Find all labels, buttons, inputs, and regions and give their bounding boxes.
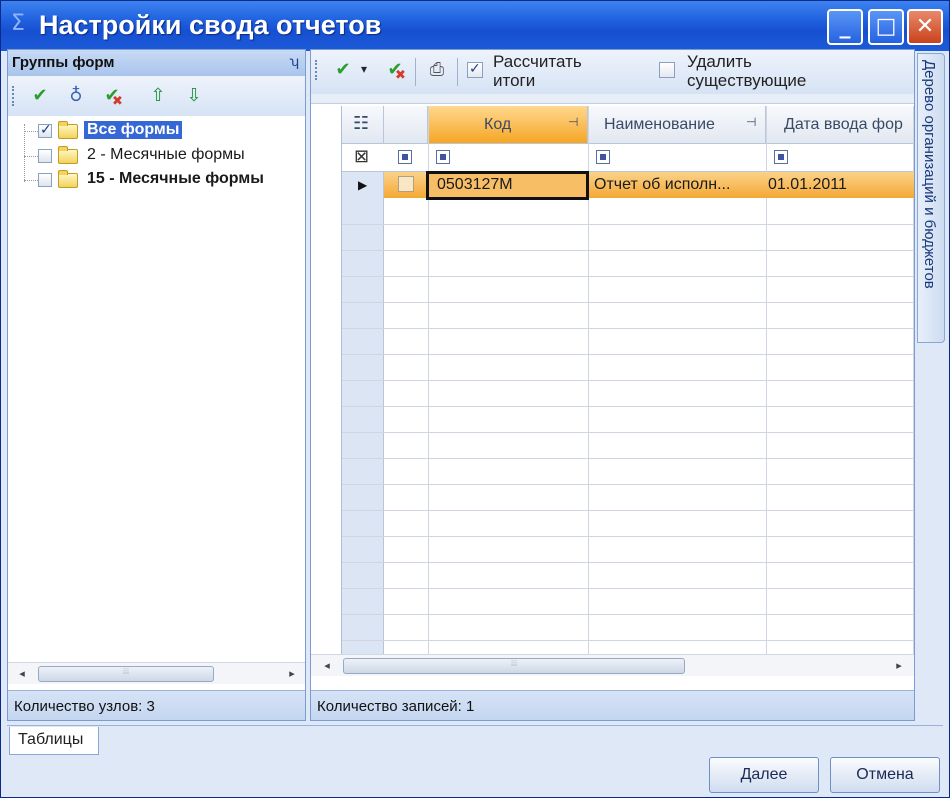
- tree-item-checkbox[interactable]: [38, 173, 52, 187]
- import-icon[interactable]: ⇩: [182, 84, 206, 108]
- delete-existing-label[interactable]: Удалить существующие: [687, 52, 806, 90]
- check-cancel-icon[interactable]: ✔ ✖: [100, 84, 124, 109]
- reports-toolbar: ✔ ▾ ✔✖ ⎙ Рассчитать итоги Удалить сущест…: [311, 50, 914, 94]
- column-chooser-icon[interactable]: ☷: [353, 113, 369, 134]
- select-column-header[interactable]: [384, 106, 428, 144]
- cancel-button-label: Отмена: [856, 766, 914, 783]
- tree-item-checkbox[interactable]: [38, 149, 52, 163]
- filter-button[interactable]: [774, 150, 788, 164]
- bottom-tab-strip: [7, 725, 943, 755]
- check-icon[interactable]: ✔: [331, 58, 355, 82]
- toolbar-grip[interactable]: [12, 86, 16, 106]
- next-button-label: Далее: [740, 766, 788, 783]
- scroll-right-icon[interactable]: ▸: [284, 666, 300, 682]
- row-code-cell[interactable]: 0503127М: [426, 171, 589, 200]
- reports-panel: ✔ ▾ ✔✖ ⎙ Рассчитать итоги Удалить сущест…: [310, 49, 915, 721]
- calculate-totals-label[interactable]: Рассчитать итоги: [493, 52, 582, 90]
- column-header-label: Код: [484, 116, 512, 133]
- grid-horizontal-scrollbar[interactable]: ◂ ▸: [311, 654, 914, 676]
- column-chooser-header[interactable]: ☷: [342, 106, 384, 144]
- close-icon: ✕: [915, 14, 935, 39]
- scroll-thumb[interactable]: [38, 666, 214, 682]
- pin-icon[interactable]: ⊣: [746, 115, 756, 129]
- side-tab-org-budget-tree[interactable]: Дерево организаций и бюджетов: [917, 53, 945, 343]
- tree-connector: [24, 180, 38, 181]
- column-header-label: Наименование: [604, 116, 715, 133]
- tree-item-checkbox[interactable]: [38, 121, 52, 138]
- maximize-button[interactable]: □: [868, 9, 904, 45]
- form-groups-status-bar: Количество узлов: 3: [8, 690, 305, 720]
- close-button[interactable]: ✕: [907, 9, 943, 45]
- tree-connector: [24, 131, 38, 132]
- form-groups-header: Группы форм ʮ: [8, 50, 305, 76]
- current-row-icon: ▶: [358, 178, 368, 192]
- filter-button[interactable]: [596, 150, 610, 164]
- check-dropdown-icon[interactable]: ▾: [361, 62, 367, 76]
- clear-filter-icon[interactable]: ⊠: [354, 146, 369, 167]
- pin-icon[interactable]: ʮ: [289, 53, 299, 69]
- side-tab-label[interactable]: Дерево организаций и бюджетов: [921, 60, 938, 289]
- row-code-value[interactable]: 0503127М: [437, 176, 513, 194]
- form-groups-toolbar: ✔ ♁ ✔ ✖ ⇧ ⇩: [8, 76, 305, 116]
- delete-existing-checkbox[interactable]: [659, 62, 675, 78]
- maximize-icon: □: [875, 14, 897, 39]
- minimize-icon: _: [839, 14, 851, 39]
- scroll-thumb[interactable]: [343, 658, 685, 674]
- node-count: Количество узлов: 3: [14, 698, 155, 715]
- calculate-totals-checkbox[interactable]: [467, 60, 483, 78]
- toolbar-separator: [457, 58, 458, 86]
- next-button[interactable]: Далее: [709, 757, 819, 793]
- toolbar-separator: [415, 58, 416, 86]
- tree-item-label[interactable]: 15 - Месячные формы: [84, 170, 267, 188]
- minimize-button[interactable]: _: [827, 9, 863, 45]
- column-header-code[interactable]: Код ⊣: [428, 106, 588, 144]
- tab-tables[interactable]: Таблицы: [9, 727, 99, 755]
- stethoscope-icon[interactable]: ♁: [64, 84, 88, 108]
- row-checkbox[interactable]: [398, 176, 414, 192]
- row-date-cell[interactable]: 01.01.2011: [768, 176, 908, 194]
- folder-icon: [58, 170, 78, 188]
- cancel-button[interactable]: Отмена: [830, 757, 940, 793]
- column-header-label: Дата ввода фор: [784, 116, 903, 133]
- folder-icon: [58, 121, 78, 139]
- title-bar[interactable]: Σ Настройки свода отчетов _ □ ✕: [1, 1, 949, 51]
- pin-icon[interactable]: ⊣: [568, 115, 578, 129]
- toolbar-grip[interactable]: [315, 60, 319, 80]
- column-header-date[interactable]: Дата ввода фор: [766, 106, 914, 144]
- window-title: Настройки свода отчетов: [39, 10, 382, 40]
- reports-status-bar: Количество записей: 1: [311, 690, 914, 720]
- form-groups-tree: Все формы 2 - Месячные формы 15 - Месячн…: [8, 116, 305, 661]
- column-header-name[interactable]: Наименование ⊣: [588, 106, 766, 144]
- tree-connector: [24, 124, 25, 182]
- form-groups-panel: Группы форм ʮ ✔ ♁ ✔✖ ⇧ ⇩ Все формы: [7, 49, 306, 721]
- tab-tables-label[interactable]: Таблицы: [18, 731, 83, 749]
- row-name-cell[interactable]: Отчет об исполн...: [594, 176, 764, 194]
- export-icon[interactable]: ⇧: [146, 84, 170, 108]
- print-icon[interactable]: ⎙: [425, 58, 449, 82]
- record-count: Количество записей: 1: [317, 698, 475, 715]
- check-icon[interactable]: ✔: [28, 84, 52, 108]
- tree-horizontal-scrollbar[interactable]: ◂ ▸: [8, 662, 305, 684]
- scroll-left-icon[interactable]: ◂: [319, 658, 335, 674]
- check-cancel-icon[interactable]: ✔ ✖: [383, 58, 407, 83]
- row-selector-column[interactable]: [342, 144, 384, 654]
- scroll-right-icon[interactable]: ▸: [891, 658, 907, 674]
- form-groups-title: Группы форм: [12, 54, 115, 71]
- filter-button[interactable]: [436, 150, 450, 164]
- toolbar-resize-strip[interactable]: [311, 94, 914, 104]
- folder-icon: [58, 146, 78, 164]
- tree-item-label[interactable]: 2 - Месячные формы: [84, 146, 248, 164]
- reports-grid: ☷ Код ⊣ Наименование ⊣ Дата ввода фор ⊠: [341, 106, 914, 654]
- tree-item-label[interactable]: Все формы: [84, 121, 183, 139]
- tree-connector: [24, 156, 38, 157]
- filter-button[interactable]: [398, 150, 412, 164]
- scroll-left-icon[interactable]: ◂: [14, 666, 30, 682]
- report-settings-window: Σ Настройки свода отчетов _ □ ✕ Группы ф…: [0, 0, 950, 798]
- sigma-icon: Σ: [11, 11, 25, 36]
